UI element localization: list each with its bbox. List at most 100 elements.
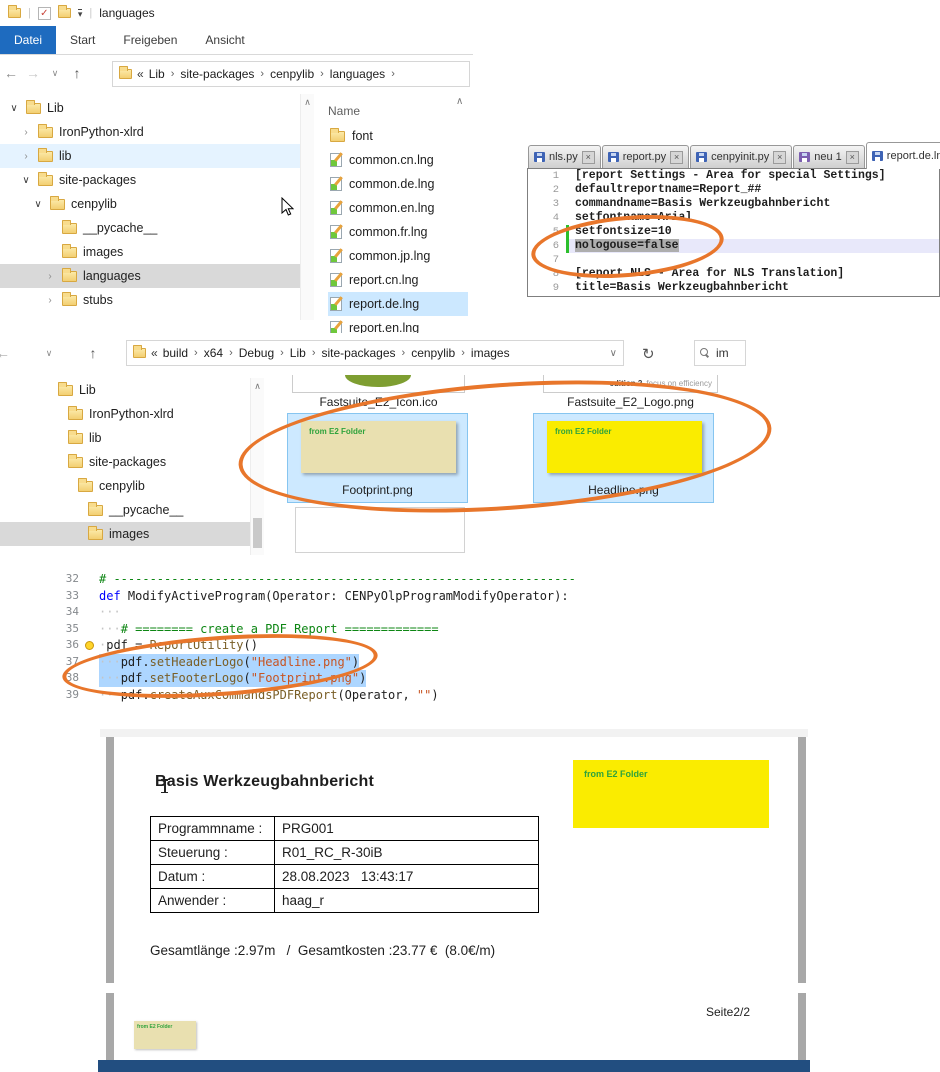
tree-scrollbar[interactable]: ∧ <box>250 378 264 555</box>
breadcrumb-item[interactable]: build <box>163 346 188 360</box>
editor-tab[interactable]: neu 1 × <box>793 145 865 168</box>
tree-item[interactable]: ∨ Lib <box>0 96 300 120</box>
scrollbar-thumb[interactable] <box>253 518 262 548</box>
breadcrumb-item[interactable]: site-packages <box>321 346 395 360</box>
tree-item[interactable]: Lib <box>0 378 250 402</box>
file-row[interactable]: common.en.lng <box>328 196 468 220</box>
up-icon[interactable]: ↑ <box>82 345 104 361</box>
forward-icon[interactable]: → <box>22 65 44 81</box>
history-dropdown-icon[interactable]: ∨ <box>38 348 60 359</box>
close-icon[interactable]: × <box>773 151 786 164</box>
file-row[interactable]: report.cn.lng <box>328 268 468 292</box>
up-icon[interactable]: ↑ <box>66 65 88 81</box>
code-line-text: ·pdf = ReportUtility() <box>99 637 258 654</box>
thumbnail-fastsuite-logo[interactable]: edition 2 focus on efficiency <box>543 375 718 393</box>
column-header-name[interactable]: Name <box>328 98 468 124</box>
tree-item[interactable]: __pycache__ <box>0 216 300 240</box>
editor-line: 9 title=Basis Werkzeugbahnbericht <box>528 281 939 295</box>
tree-item[interactable]: lib <box>0 426 250 450</box>
breadcrumb-item[interactable]: site-packages <box>180 67 254 81</box>
breadcrumb-item[interactable]: x64 <box>204 346 223 360</box>
address-dropdown-icon[interactable]: ∨ <box>610 348 617 359</box>
folder-icon <box>68 433 83 444</box>
editor-tab[interactable]: report.py × <box>602 145 689 168</box>
tree-item[interactable]: › stubs <box>0 288 300 312</box>
tree-item-label: Lib <box>79 383 96 397</box>
editor-tab-label: neu 1 <box>814 151 842 163</box>
tree-item[interactable]: › languages <box>0 264 300 288</box>
close-icon[interactable]: × <box>582 151 595 164</box>
navigation-bar: ← ∨ ↑ « build›x64›Debug›Lib›site-package… <box>0 333 782 373</box>
thumbnail-headline-selected[interactable]: from E2 Folder Headline.png <box>533 413 714 503</box>
address-bar[interactable]: « build›x64›Debug›Lib›site-packages›cenp… <box>126 340 624 366</box>
folder-icon <box>88 505 103 516</box>
new-folder-icon[interactable] <box>58 8 71 18</box>
lightbulb-icon[interactable] <box>85 641 94 650</box>
tree-chevron-icon[interactable]: › <box>44 295 56 306</box>
ribbon-tab[interactable]: Datei <box>0 26 56 54</box>
tree-chevron-icon[interactable]: ∨ <box>32 199 44 210</box>
tree-chevron-icon[interactable]: › <box>20 127 32 138</box>
tree-item[interactable]: › lib <box>0 144 300 168</box>
editor-tab[interactable]: cenpyinit.py × <box>690 145 792 168</box>
tree-chevron-icon[interactable]: › <box>20 151 32 162</box>
search-input[interactable]: im <box>716 346 729 360</box>
tree-item[interactable]: site-packages <box>0 450 250 474</box>
close-icon[interactable]: × <box>846 151 859 164</box>
folder-icon <box>88 529 103 540</box>
file-row[interactable]: common.jp.lng <box>328 244 468 268</box>
breadcrumb-item[interactable]: cenpylib <box>270 67 314 81</box>
tree-item[interactable]: __pycache__ <box>0 498 250 522</box>
tree-item-label: stubs <box>83 293 113 307</box>
address-bar[interactable]: « Lib›site-packages›cenpylib›languages› <box>112 61 470 87</box>
ribbon-tab[interactable]: Ansicht <box>191 26 258 54</box>
ribbon-tab[interactable]: Start <box>56 26 109 54</box>
editor-tab[interactable]: nls.py × <box>528 145 601 168</box>
tree-item[interactable]: images <box>0 522 250 546</box>
tree-chevron-icon[interactable]: ∨ <box>20 175 32 186</box>
editor-content[interactable]: 1 [report Settings - Area for special Se… <box>527 168 940 297</box>
breadcrumb-item[interactable]: images <box>471 346 510 360</box>
code-line-text: ···# ======== create a PDF Report ======… <box>99 621 439 638</box>
breadcrumb-item[interactable]: Debug <box>239 346 274 360</box>
title-bar[interactable]: | ✓ ▾ | languages <box>0 0 473 26</box>
thumbnail-footprint-selected[interactable]: from E2 Folder Footprint.png <box>287 413 468 503</box>
back-icon[interactable]: ← <box>0 345 14 361</box>
tree-chevron-icon[interactable]: › <box>44 271 56 282</box>
thumbnail-empty[interactable] <box>295 507 465 553</box>
tree-chevron-icon[interactable]: ∨ <box>8 103 20 114</box>
tree-item[interactable]: › IronPython-xlrd <box>0 120 300 144</box>
file-row[interactable]: report.de.lng <box>328 292 468 316</box>
breadcrumb-item[interactable]: Lib <box>149 67 165 81</box>
file-row[interactable]: common.cn.lng <box>328 148 468 172</box>
thumbnail-fastsuite-icon[interactable] <box>292 375 465 393</box>
tree-item[interactable]: cenpylib <box>0 474 250 498</box>
file-row[interactable]: common.de.lng <box>328 172 468 196</box>
from-e2-folder-text: from E2 Folder <box>137 1024 172 1030</box>
editor-tab[interactable]: report.de.lng × <box>866 142 940 169</box>
thumbnail-label[interactable]: Fastsuite_E2_Logo.png <box>543 395 718 409</box>
refresh-icon[interactable]: ↻ <box>642 345 655 363</box>
breadcrumb-item[interactable]: Lib <box>290 346 306 360</box>
folder-icon <box>78 481 93 492</box>
search-box[interactable]: im <box>694 340 746 366</box>
footprint-image-preview: from E2 Folder <box>301 421 456 473</box>
tree-item[interactable]: images <box>0 240 300 264</box>
history-dropdown-icon[interactable]: ∨ <box>44 68 66 79</box>
list-scrollbar-up-icon[interactable]: ∧ <box>456 96 463 107</box>
tree-item[interactable]: IronPython-xlrd <box>0 402 250 426</box>
properties-check-icon[interactable]: ✓ <box>38 7 51 20</box>
breadcrumb-item[interactable]: languages <box>330 67 385 81</box>
ribbon-tab[interactable]: Freigeben <box>109 26 191 54</box>
tree-item[interactable]: ∨ site-packages <box>0 168 300 192</box>
tree-item[interactable]: ∨ cenpylib <box>0 192 300 216</box>
breadcrumb-item[interactable]: cenpylib <box>411 346 455 360</box>
tree-scrollbar[interactable]: ∧ <box>300 94 314 320</box>
code-snippet-editor[interactable]: 32 # -----------------------------------… <box>45 567 575 704</box>
file-row[interactable]: common.fr.lng <box>328 220 468 244</box>
quick-access-dropdown-icon[interactable]: ▾ <box>78 9 83 18</box>
thumbnail-label[interactable]: Fastsuite_E2_Icon.ico <box>292 395 465 409</box>
close-icon[interactable]: × <box>670 151 683 164</box>
file-row[interactable]: font <box>328 124 468 148</box>
back-icon[interactable]: ← <box>0 65 22 81</box>
